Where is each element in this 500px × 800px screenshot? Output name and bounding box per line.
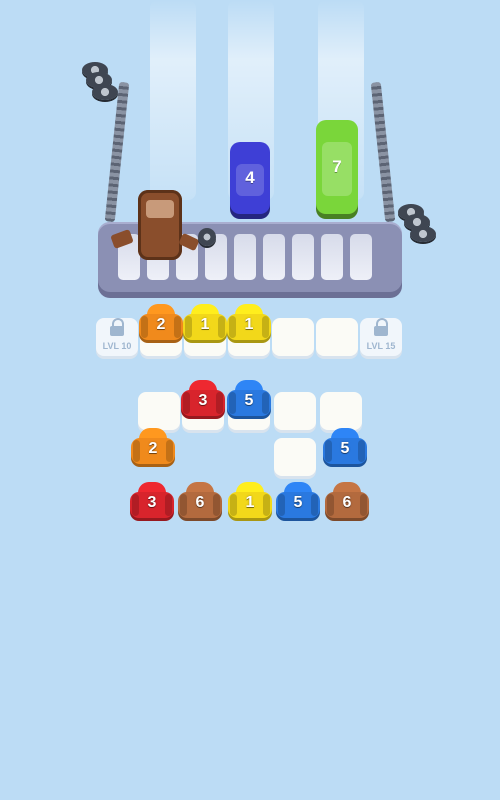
grid-tile[interactable] — [320, 392, 362, 430]
tray-slot — [321, 234, 343, 280]
passenger-number: 5 — [244, 392, 254, 409]
passenger-1-yellow[interactable]: 1 — [228, 482, 272, 518]
passenger-number: 6 — [342, 494, 352, 511]
loose-tire-icon — [198, 228, 216, 246]
passenger-number: 5 — [340, 440, 350, 457]
passenger-6-brown[interactable]: 6 — [178, 482, 222, 518]
car-4[interactable]: 4 — [230, 142, 270, 214]
passenger-1-yellow[interactable]: 1 — [183, 304, 227, 340]
tray-slot — [292, 234, 314, 280]
passenger-6-brown[interactable]: 6 — [325, 482, 369, 518]
grid-tile[interactable] — [138, 392, 180, 430]
passenger-number: 2 — [156, 316, 166, 333]
holding-slot[interactable] — [316, 318, 358, 356]
grid-tile[interactable] — [274, 392, 316, 430]
passenger-number: 5 — [293, 494, 303, 511]
tire-stack-icon — [92, 84, 118, 100]
car-7[interactable]: 7 — [316, 120, 358, 214]
passenger-number: 1 — [245, 494, 255, 511]
passenger-number: 1 — [200, 316, 210, 333]
passenger-5-blue[interactable]: 5 — [227, 380, 271, 416]
passenger-2-orange[interactable]: 2 — [131, 428, 175, 464]
passenger-number: 1 — [244, 316, 254, 333]
passenger-5-blue[interactable]: 5 — [276, 482, 320, 518]
passenger-1-yellow[interactable]: 1 — [227, 304, 271, 340]
locked-slot-left[interactable]: LVL 10 — [96, 318, 138, 356]
car-number: 7 — [332, 157, 342, 176]
crashed-car-icon — [138, 190, 182, 260]
tray-slot — [350, 234, 372, 280]
passenger-3-red[interactable]: 3 — [181, 380, 225, 416]
grid-tile[interactable] — [274, 438, 316, 476]
locked-slot-right[interactable]: LVL 15 — [360, 318, 402, 356]
left-guard-rail — [104, 81, 130, 223]
passenger-number: 2 — [148, 440, 158, 457]
lock-icon — [109, 318, 125, 336]
right-guard-rail — [370, 81, 396, 223]
car-number: 4 — [245, 168, 255, 187]
tray-slot — [234, 234, 256, 280]
passenger-3-red[interactable]: 3 — [130, 482, 174, 518]
passenger-2-orange[interactable]: 2 — [139, 304, 183, 340]
passenger-number: 3 — [147, 494, 157, 511]
passenger-5-blue[interactable]: 5 — [323, 428, 367, 464]
tire-stack-icon — [410, 226, 436, 242]
lock-level-label: LVL 10 — [102, 341, 132, 351]
lock-level-label: LVL 15 — [366, 341, 396, 351]
lock-icon — [373, 318, 389, 336]
passenger-number: 3 — [198, 392, 208, 409]
tray-slot — [263, 234, 285, 280]
speed-streak — [150, 0, 196, 200]
holding-slot[interactable] — [272, 318, 314, 356]
passenger-number: 6 — [195, 494, 205, 511]
